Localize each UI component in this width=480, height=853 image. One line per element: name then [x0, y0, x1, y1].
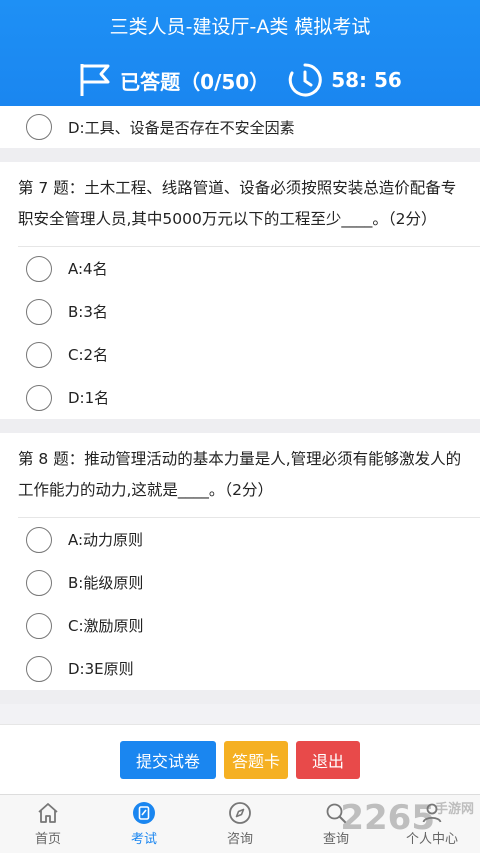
option-item[interactable]: D:1名 [0, 376, 480, 419]
option-label: C:激励原则 [68, 617, 144, 635]
tab-label: 考试 [130, 832, 157, 847]
answer-card-button[interactable]: 答题卡 [224, 740, 288, 779]
radio-button[interactable] [26, 655, 52, 682]
option-item[interactable]: C:激励原则 [0, 604, 480, 647]
tab-label: 首页 [34, 832, 61, 847]
option-label: B:3名 [68, 303, 108, 321]
radio-button[interactable] [26, 298, 52, 325]
option-label: A:动力原则 [68, 531, 144, 549]
watermark-sub: 手游网 [434, 802, 474, 817]
compass-icon [229, 802, 251, 824]
submit-exam-button[interactable]: 提交试卷 [120, 740, 216, 779]
radio-button[interactable] [26, 255, 52, 282]
radio-button[interactable] [26, 384, 52, 411]
watermark-logo: 2265手游网 [340, 798, 474, 838]
exit-button[interactable]: 退出 [296, 740, 360, 779]
action-bar: 提交试卷 答题卡 退出 [0, 724, 480, 794]
option-item[interactable]: D:工具、设备是否存在不安全因素 [0, 106, 480, 148]
option-label: D:工具、设备是否存在不安全因素 [68, 118, 295, 137]
radio-button[interactable] [26, 341, 52, 368]
question-card: 第 8 题：推动管理活动的基本力量是人,管理必须有能够激发人的工作能力的动力,这… [0, 433, 480, 690]
question-card: D:工具、设备是否存在不安全因素 [0, 106, 480, 148]
option-label: A:4名 [68, 260, 108, 278]
flag-icon [80, 64, 110, 96]
question-text: 第 8 题：推动管理活动的基本力量是人,管理必须有能够激发人的工作能力的动力,这… [18, 450, 462, 499]
timer-icon [289, 63, 322, 97]
option-item[interactable]: C:2名 [0, 333, 480, 376]
option-label: B:能级原则 [68, 574, 144, 592]
home-icon [38, 803, 58, 823]
radio-button[interactable] [26, 114, 52, 140]
tab-consult[interactable]: 咨询 [192, 795, 288, 853]
radio-button[interactable] [26, 569, 52, 596]
option-label: C:2名 [68, 346, 109, 364]
radio-button[interactable] [26, 612, 52, 639]
exam-status-bar: 已答题（0/50） 58: 56 [0, 60, 480, 100]
exam-header: 三类人员-建设厅-A类 模拟考试 已答题（0/50） 58: 56 [0, 0, 480, 106]
option-item[interactable]: B:能级原则 [0, 561, 480, 604]
section-gap [0, 690, 480, 704]
option-item[interactable]: A:4名 [0, 247, 480, 290]
option-label: D:1名 [68, 389, 110, 407]
option-item[interactable]: B:3名 [0, 290, 480, 333]
tab-exam[interactable]: 考试 [96, 795, 192, 853]
option-label: D:3E原则 [68, 660, 134, 678]
tab-home[interactable]: 首页 [0, 795, 96, 853]
tab-label: 咨询 [226, 832, 253, 847]
radio-button[interactable] [26, 526, 52, 553]
section-gap [0, 148, 480, 162]
page-title: 三类人员-建设厅-A类 模拟考试 [109, 16, 371, 38]
question-list[interactable]: D:工具、设备是否存在不安全因素 第 7 题：土木工程、线路管道、设备必须按照安… [0, 106, 480, 721]
section-gap [0, 419, 480, 433]
question-card: 第 7 题：土木工程、线路管道、设备必须按照安装总造价配备专职安全管理人员,其中… [0, 162, 480, 419]
question-text: 第 7 题：土木工程、线路管道、设备必须按照安装总造价配备专职安全管理人员,其中… [18, 179, 457, 228]
countdown-time: 58: 56 [331, 68, 402, 92]
option-item[interactable]: A:动力原则 [0, 518, 480, 561]
option-item[interactable]: D:3E原则 [0, 647, 480, 690]
watermark-text: 2265 [340, 798, 435, 838]
exam-icon [133, 802, 155, 824]
answered-count: 已答题（0/50） [120, 69, 270, 94]
